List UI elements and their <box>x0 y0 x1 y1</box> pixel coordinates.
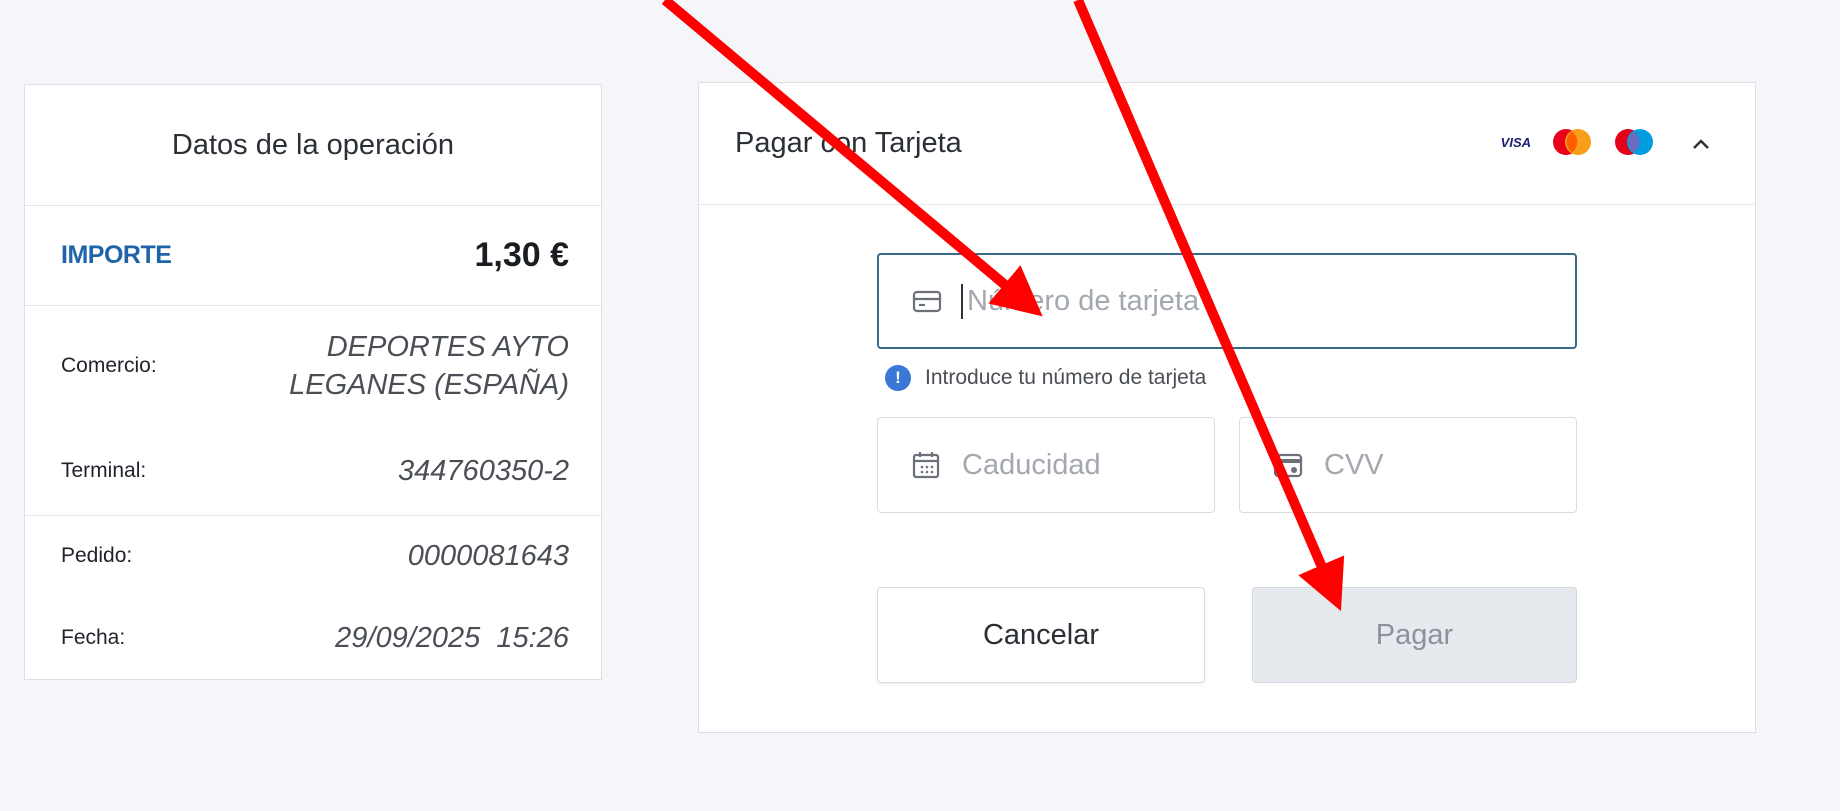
card-number-hint-text: Introduce tu número de tarjeta <box>925 366 1207 389</box>
expiry-input[interactable] <box>960 447 1209 483</box>
card-payment-title: Pagar con Tarjeta <box>735 127 962 159</box>
comercio-value: DEPORTES AYTO LEGANES (ESPAÑA) <box>289 328 569 404</box>
fecha-value: 29/09/2025 15:26 <box>335 622 569 654</box>
fecha-row: Fecha: 29/09/2025 15:26 <box>25 596 601 680</box>
card-payment-header[interactable]: Pagar con Tarjeta VISA <box>699 83 1755 205</box>
info-icon: ! <box>885 365 911 391</box>
comercio-row: Comercio: DEPORTES AYTO LEGANES (ESPAÑA) <box>25 306 601 426</box>
credit-card-icon <box>912 290 942 313</box>
card-payment-panel: Pagar con Tarjeta VISA Número de tarjeta… <box>698 82 1756 733</box>
terminal-label: Terminal: <box>61 458 147 482</box>
cvv-field[interactable] <box>1239 417 1577 513</box>
pedido-row: Pedido: 0000081643 <box>25 516 601 596</box>
mastercard-logo-icon <box>1553 129 1591 155</box>
operation-title: Datos de la operación <box>25 85 601 206</box>
comercio-value-line1: DEPORTES AYTO <box>326 331 569 363</box>
importe-row: IMPORTE 1,30 € <box>25 206 601 306</box>
chevron-up-icon[interactable] <box>1691 133 1711 155</box>
pay-button[interactable]: Pagar <box>1252 587 1577 683</box>
cvv-input[interactable] <box>1322 447 1571 483</box>
pedido-value: 0000081643 <box>407 540 569 572</box>
card-brands: VISA <box>1501 127 1655 157</box>
terminal-value: 344760350-2 <box>398 454 569 487</box>
fecha-label: Fecha: <box>61 626 126 649</box>
card-cvv-icon <box>1273 453 1303 478</box>
cancel-button[interactable]: Cancelar <box>877 587 1205 683</box>
terminal-row: Terminal: 344760350-2 <box>25 426 601 516</box>
importe-value: 1,30 € <box>474 236 569 274</box>
calendar-icon <box>912 452 940 479</box>
card-number-input[interactable] <box>961 283 1502 319</box>
card-number-field[interactable] <box>877 253 1577 349</box>
visa-logo-icon: VISA <box>1500 134 1531 150</box>
card-number-hint: ! Introduce tu número de tarjeta <box>885 365 1206 391</box>
comercio-label: Comercio: <box>61 354 157 377</box>
importe-label: IMPORTE <box>61 241 172 269</box>
operation-summary-card: Datos de la operación IMPORTE 1,30 € Com… <box>24 84 602 680</box>
pedido-label: Pedido: <box>61 544 133 567</box>
maestro-logo-icon <box>1615 129 1653 155</box>
expiry-field[interactable] <box>877 417 1215 513</box>
comercio-value-line2: LEGANES (ESPAÑA) <box>289 369 569 401</box>
app-root: Datos de la operación IMPORTE 1,30 € Com… <box>0 0 1840 811</box>
